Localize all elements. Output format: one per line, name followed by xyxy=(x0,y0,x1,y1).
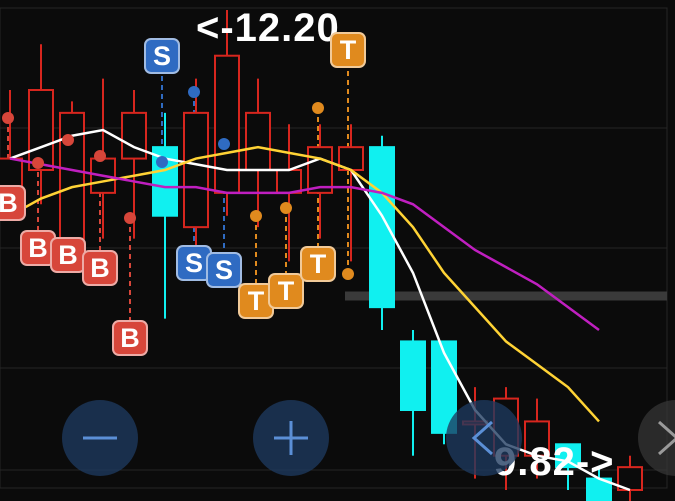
signal-badge-b[interactable]: B xyxy=(50,237,86,273)
signal-badge-b[interactable]: B xyxy=(82,250,118,286)
signal-dot xyxy=(94,150,106,162)
candle-body xyxy=(59,111,85,240)
candle xyxy=(617,455,643,501)
candle-body xyxy=(400,340,426,411)
signal-badge-t[interactable]: T xyxy=(330,32,366,68)
chevron-left-icon xyxy=(471,420,493,456)
high-price-label: <-12.20 xyxy=(196,6,340,50)
candle-body xyxy=(121,111,147,160)
candle xyxy=(59,101,85,250)
signal-dot xyxy=(32,157,44,169)
candle-body xyxy=(214,54,240,194)
candle xyxy=(338,124,364,262)
candle-body xyxy=(369,146,395,309)
candle-body xyxy=(245,111,271,171)
signal-dot xyxy=(342,268,354,280)
candle xyxy=(152,112,178,319)
signal-dot xyxy=(62,134,74,146)
candle-body xyxy=(183,111,209,229)
signal-dot xyxy=(280,202,292,214)
zoom-out-button[interactable] xyxy=(62,400,138,476)
plus-icon xyxy=(274,421,308,455)
signal-badge-t[interactable]: T xyxy=(300,246,336,282)
previous-button[interactable] xyxy=(446,400,522,476)
signal-dot xyxy=(156,156,168,168)
candle xyxy=(400,330,426,456)
signal-badge-s[interactable]: S xyxy=(144,38,180,74)
signal-dot xyxy=(250,210,262,222)
signal-dot xyxy=(2,112,14,124)
zoom-in-button[interactable] xyxy=(253,400,329,476)
signal-dot xyxy=(312,102,324,114)
candle xyxy=(28,44,54,205)
signal-dot xyxy=(188,86,200,98)
signal-badge-s[interactable]: S xyxy=(206,252,242,288)
signal-dot xyxy=(124,212,136,224)
signal-badge-b[interactable]: B xyxy=(0,185,26,221)
candle xyxy=(307,124,333,239)
chevron-right-icon xyxy=(658,420,675,456)
candle-body xyxy=(276,169,302,194)
signal-badge-b[interactable]: B xyxy=(112,320,148,356)
candle xyxy=(245,78,271,228)
signal-badge-t[interactable]: T xyxy=(268,273,304,309)
minus-icon xyxy=(83,436,117,440)
signal-dot xyxy=(218,138,230,150)
